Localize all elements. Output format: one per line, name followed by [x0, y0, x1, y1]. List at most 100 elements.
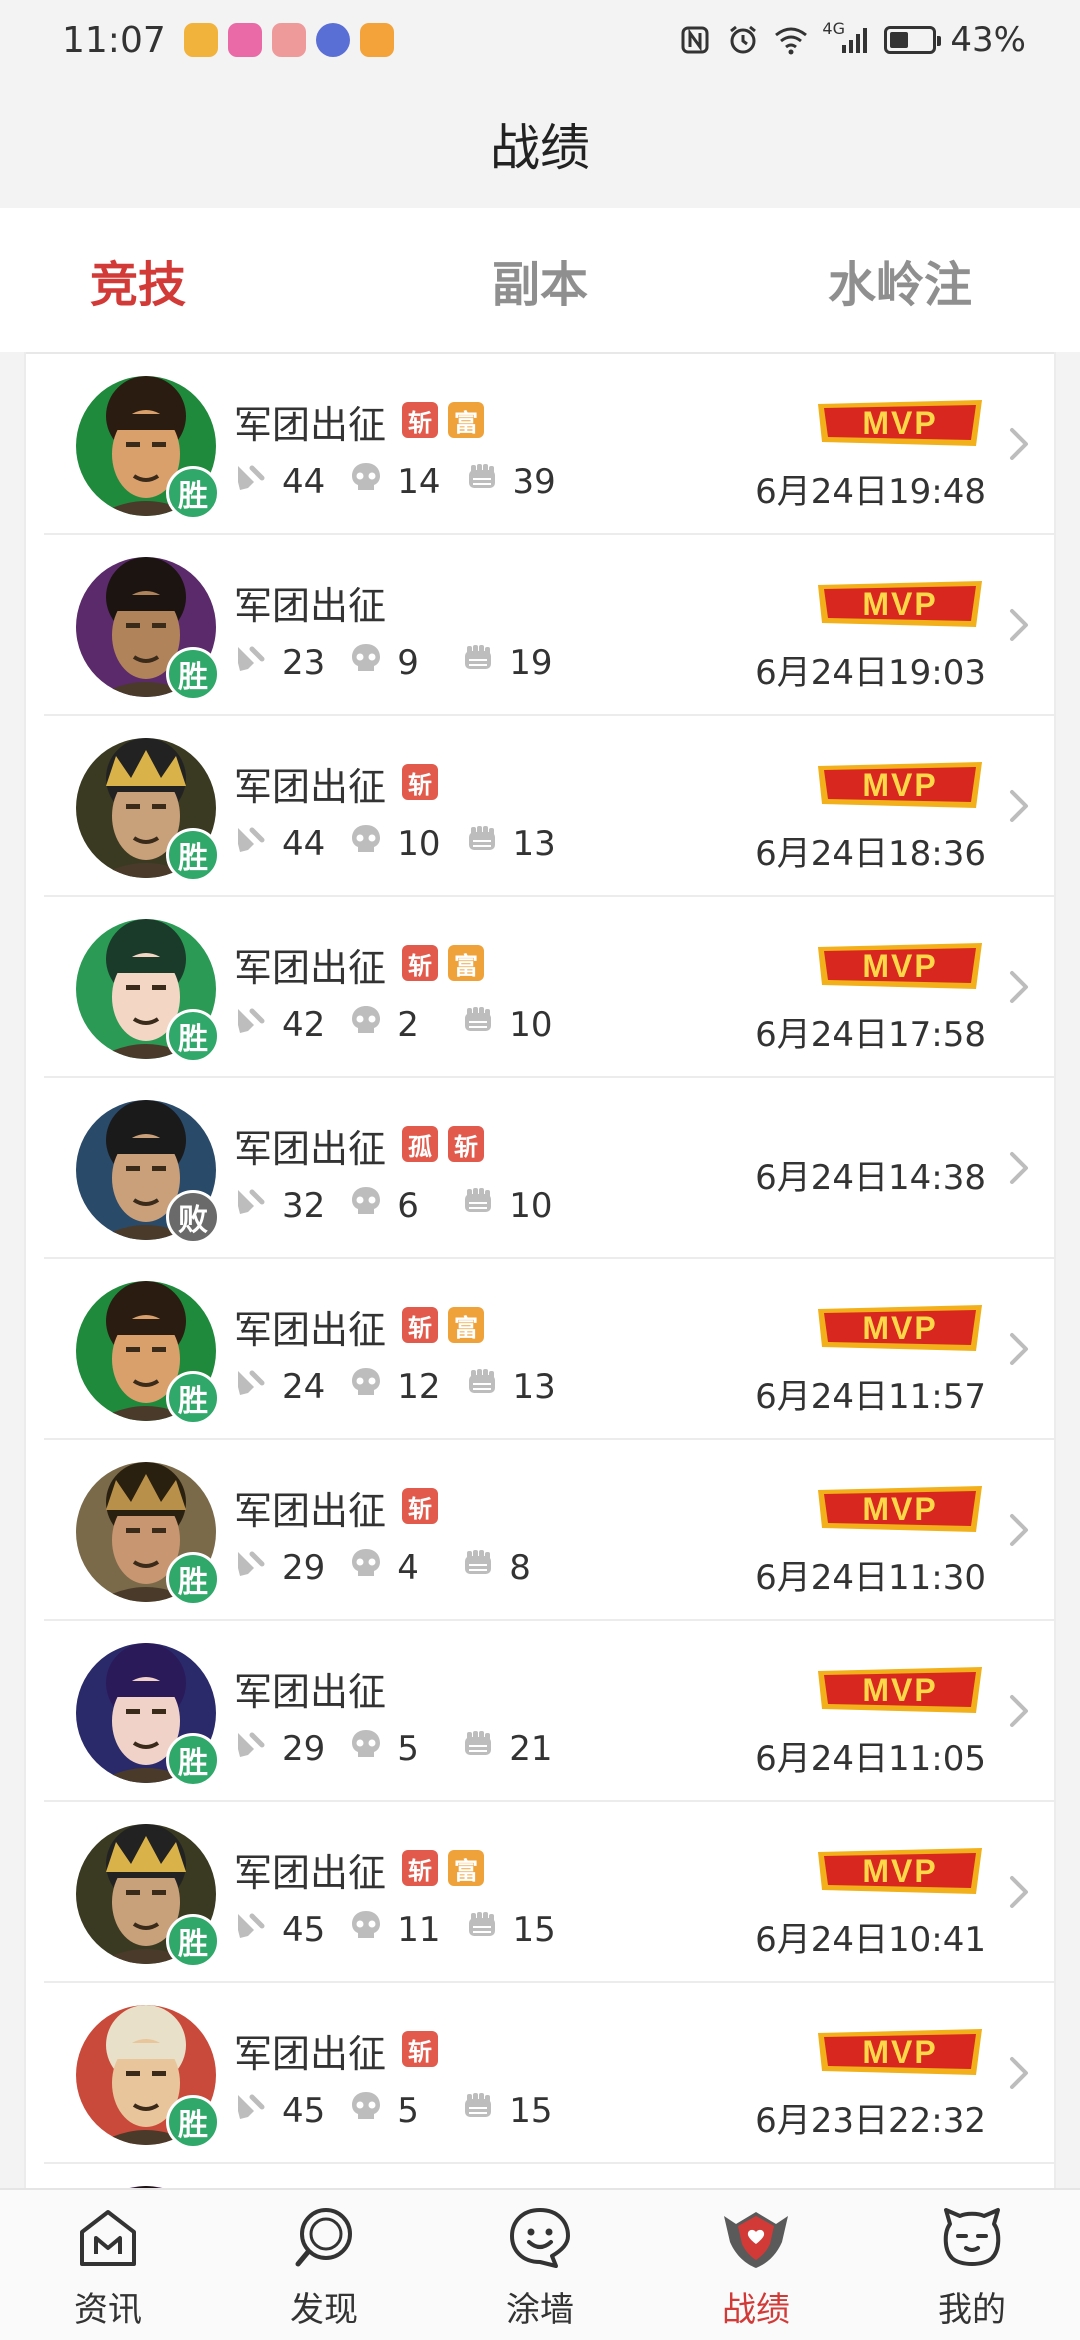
deaths-value: 14: [397, 461, 441, 502]
achievement-tag: 斩: [402, 402, 438, 438]
kda-stats: 44 14 39: [234, 460, 580, 503]
result-badge: 败: [166, 1190, 220, 1244]
svg-text:MVP: MVP: [862, 1310, 937, 1346]
svg-text:MVP: MVP: [862, 405, 937, 441]
kills-icon: [234, 822, 282, 865]
achievement-tags: 斩: [402, 1488, 438, 1524]
achievement-tag: 斩: [402, 2031, 438, 2067]
nav-label: 我的: [938, 2290, 1006, 2330]
assists-icon: [461, 1003, 509, 1046]
nav-item-news[interactable]: 资讯: [38, 2202, 178, 2331]
match-record-row[interactable]: 胜 军团出征 斩 45 5 15 MVP 6月23日22:32: [44, 1983, 1054, 2164]
kills-icon: [234, 1727, 282, 1770]
deaths-icon: [349, 641, 397, 684]
achievement-tags: 斩富: [402, 1307, 484, 1343]
alarm-icon: [726, 23, 760, 57]
match-date: 6月24日11:30: [755, 1558, 986, 1598]
match-record-row[interactable]: 胜 军团出征 斩富 44 14 39 MVP 6月24日19:48: [44, 354, 1054, 535]
record-shield-icon: [724, 2212, 788, 2268]
network-type: 4G: [822, 19, 845, 38]
wifi-icon: [774, 23, 808, 57]
match-record-row[interactable]: 胜 军团出征 29 5 21 MVP 6月24日11:05: [44, 1621, 1054, 1802]
tab-shuilingzhu[interactable]: 水岭注: [800, 245, 1000, 315]
nav-item-graffiti[interactable]: 涂墙: [470, 2202, 610, 2331]
kills-icon: [234, 1184, 282, 1227]
deaths-value: 5: [397, 2090, 419, 2131]
assists-value: 13: [512, 1366, 556, 1407]
match-date: 6月23日22:32: [755, 2101, 986, 2141]
match-date: 6月24日17:58: [755, 1015, 986, 1055]
achievement-tags: 孤斩: [402, 1126, 484, 1162]
kills-value: 24: [282, 1366, 326, 1407]
deaths-value: 9: [397, 642, 419, 683]
achievement-tags: 斩富: [402, 945, 484, 981]
game-mode: 军团出征: [234, 1851, 387, 1895]
deaths-icon: [349, 1727, 397, 1770]
news-icon: [80, 2210, 136, 2266]
svg-text:MVP: MVP: [862, 767, 937, 803]
page-title: 战绩: [0, 80, 1080, 208]
achievement-tags: 斩富: [402, 1850, 484, 1886]
deaths-value: 12: [397, 1366, 441, 1407]
game-mode: 军团出征: [234, 584, 387, 628]
chevron-right-icon: [1010, 790, 1028, 822]
kda-stats: 44 10 13: [234, 822, 580, 865]
kills-value: 44: [282, 461, 326, 502]
mvp-badge: MVP: [818, 400, 982, 446]
deaths-icon: [349, 1546, 397, 1589]
match-record-row[interactable]: 胜 军团出征 斩富 24 12 13 MVP 6月24日11:57: [44, 1259, 1054, 1440]
nav-item-records[interactable]: 战绩: [686, 2202, 826, 2331]
result-badge: 胜: [166, 1552, 220, 1606]
nav-item-profile[interactable]: 我的: [902, 2202, 1042, 2331]
svg-text:MVP: MVP: [862, 2034, 937, 2070]
status-time: 11:07: [62, 19, 166, 61]
deaths-value: 5: [397, 1728, 419, 1769]
assists-value: 10: [509, 1004, 553, 1045]
kills-icon: [234, 1365, 282, 1408]
kda-stats: 45 5 15: [234, 2089, 577, 2132]
match-date: 6月24日19:48: [755, 472, 986, 512]
tab-dungeon[interactable]: 副本: [450, 245, 630, 315]
nav-item-discover[interactable]: 发现: [254, 2202, 394, 2331]
assists-value: 15: [512, 1909, 556, 1950]
tab-bar: 竞技 副本 水岭注: [0, 208, 1080, 363]
svg-text:MVP: MVP: [862, 1672, 937, 1708]
match-record-list[interactable]: 胜 军团出征 斩富 44 14 39 MVP 6月24日19:48 胜 军团出征…: [24, 352, 1056, 2188]
deaths-value: 2: [397, 1004, 419, 1045]
bottom-nav: 资讯 发现 涂墙 战绩 我的: [0, 2188, 1080, 2340]
deaths-icon: [349, 1184, 397, 1227]
match-record-row[interactable]: 胜 军团出征 斩 29 4 8 MVP 6月24日11:30: [44, 1440, 1054, 1621]
kills-icon: [234, 460, 282, 503]
match-record-row[interactable]: 败 军团出征 孤斩 32 6 10 6月24日14:38: [44, 1078, 1054, 1259]
match-record-row[interactable]: 胜 军团出征 斩富 42 2 10 MVP 6月24日17:58: [44, 897, 1054, 1078]
assists-value: 39: [512, 461, 556, 502]
assists-icon: [461, 641, 509, 684]
nav-label: 资讯: [74, 2290, 142, 2330]
chevron-right-icon: [1010, 609, 1028, 641]
mvp-badge: MVP: [818, 1848, 982, 1894]
match-record-row[interactable]: 胜 军团出征 23 9 19 MVP 6月24日19:03: [44, 535, 1054, 716]
game-mode: 军团出征: [234, 403, 387, 447]
achievement-tags: 斩: [402, 2031, 438, 2067]
result-badge: 胜: [166, 828, 220, 882]
tab-arena[interactable]: 竞技: [90, 245, 270, 363]
match-record-row[interactable]: [44, 2164, 1054, 2188]
kills-icon: [234, 641, 282, 684]
achievement-tag: 富: [448, 945, 484, 981]
kills-value: 29: [282, 1728, 326, 1769]
deaths-value: 4: [397, 1547, 419, 1588]
assists-value: 8: [509, 1547, 531, 1588]
svg-text:MVP: MVP: [862, 1853, 937, 1889]
assists-value: 10: [509, 1185, 553, 1226]
game-mode: 军团出征: [234, 2032, 387, 2076]
assists-icon: [465, 822, 513, 865]
match-record-row[interactable]: 胜 军团出征 斩 44 10 13 MVP 6月24日18:36: [44, 716, 1054, 897]
kda-stats: 32 6 10: [234, 1184, 577, 1227]
achievement-tag: 富: [448, 1307, 484, 1343]
kills-value: 23: [282, 642, 326, 683]
assists-icon: [465, 1908, 513, 1951]
match-record-row[interactable]: 胜 军团出征 斩富 45 11 15 MVP 6月24日10:41: [44, 1802, 1054, 1983]
achievement-tag: 孤: [402, 1126, 438, 1162]
profile-icon: [943, 2208, 1001, 2266]
game-mode: 军团出征: [234, 1127, 387, 1171]
